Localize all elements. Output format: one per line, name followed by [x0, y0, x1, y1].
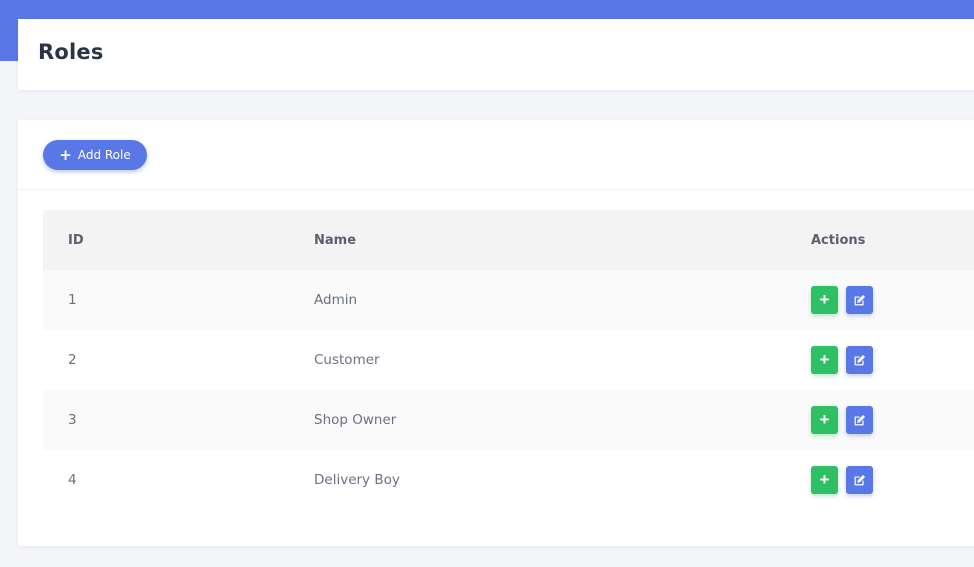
cell-actions: + — [811, 450, 974, 510]
table-row: 4 Delivery Boy + — [43, 450, 974, 510]
cell-name: Customer — [314, 330, 811, 390]
add-permission-button[interactable]: + — [811, 286, 838, 314]
roles-card: + Add Role ID Name Actions 1 Admin + 2 C… — [18, 120, 974, 546]
table-row: 3 Shop Owner + — [43, 390, 974, 450]
edit-icon — [854, 474, 866, 485]
edit-role-button[interactable] — [846, 286, 873, 314]
cell-name: Shop Owner — [314, 390, 811, 450]
row-actions: + — [811, 286, 974, 314]
plus-icon: + — [819, 350, 830, 369]
edit-role-button[interactable] — [846, 466, 873, 494]
add-permission-button[interactable]: + — [811, 346, 838, 374]
cell-actions: + — [811, 330, 974, 390]
plus-icon: + — [59, 145, 72, 164]
column-header-name: Name — [314, 210, 811, 270]
row-actions: + — [811, 406, 974, 434]
cell-actions: + — [811, 270, 974, 330]
cell-id: 3 — [43, 390, 314, 450]
add-permission-button[interactable]: + — [811, 406, 838, 434]
card-toolbar: + Add Role — [18, 120, 974, 190]
table-row: 1 Admin + — [43, 270, 974, 330]
cell-id: 2 — [43, 330, 314, 390]
plus-icon: + — [819, 470, 830, 489]
column-header-id: ID — [43, 210, 314, 270]
edit-icon — [854, 354, 866, 365]
cell-name: Admin — [314, 270, 811, 330]
add-role-label: Add Role — [77, 148, 131, 162]
roles-table: ID Name Actions 1 Admin + 2 Customer + 3… — [43, 210, 974, 510]
row-actions: + — [811, 346, 974, 374]
column-header-actions: Actions — [811, 210, 974, 270]
cell-actions: + — [811, 390, 974, 450]
add-role-button[interactable]: + Add Role — [43, 140, 147, 170]
row-actions: + — [811, 466, 974, 494]
table-header-row: ID Name Actions — [43, 210, 974, 270]
plus-icon: + — [819, 290, 830, 309]
table-row: 2 Customer + — [43, 330, 974, 390]
cell-id: 4 — [43, 450, 314, 510]
edit-role-button[interactable] — [846, 406, 873, 434]
cell-id: 1 — [43, 270, 314, 330]
edit-icon — [854, 294, 866, 305]
plus-icon: + — [819, 410, 830, 429]
add-permission-button[interactable]: + — [811, 466, 838, 494]
page-title: Roles — [38, 40, 104, 64]
page-header-card: Roles — [18, 19, 974, 90]
edit-icon — [854, 414, 866, 425]
cell-name: Delivery Boy — [314, 450, 811, 510]
accent-strip — [0, 19, 18, 61]
edit-role-button[interactable] — [846, 346, 873, 374]
